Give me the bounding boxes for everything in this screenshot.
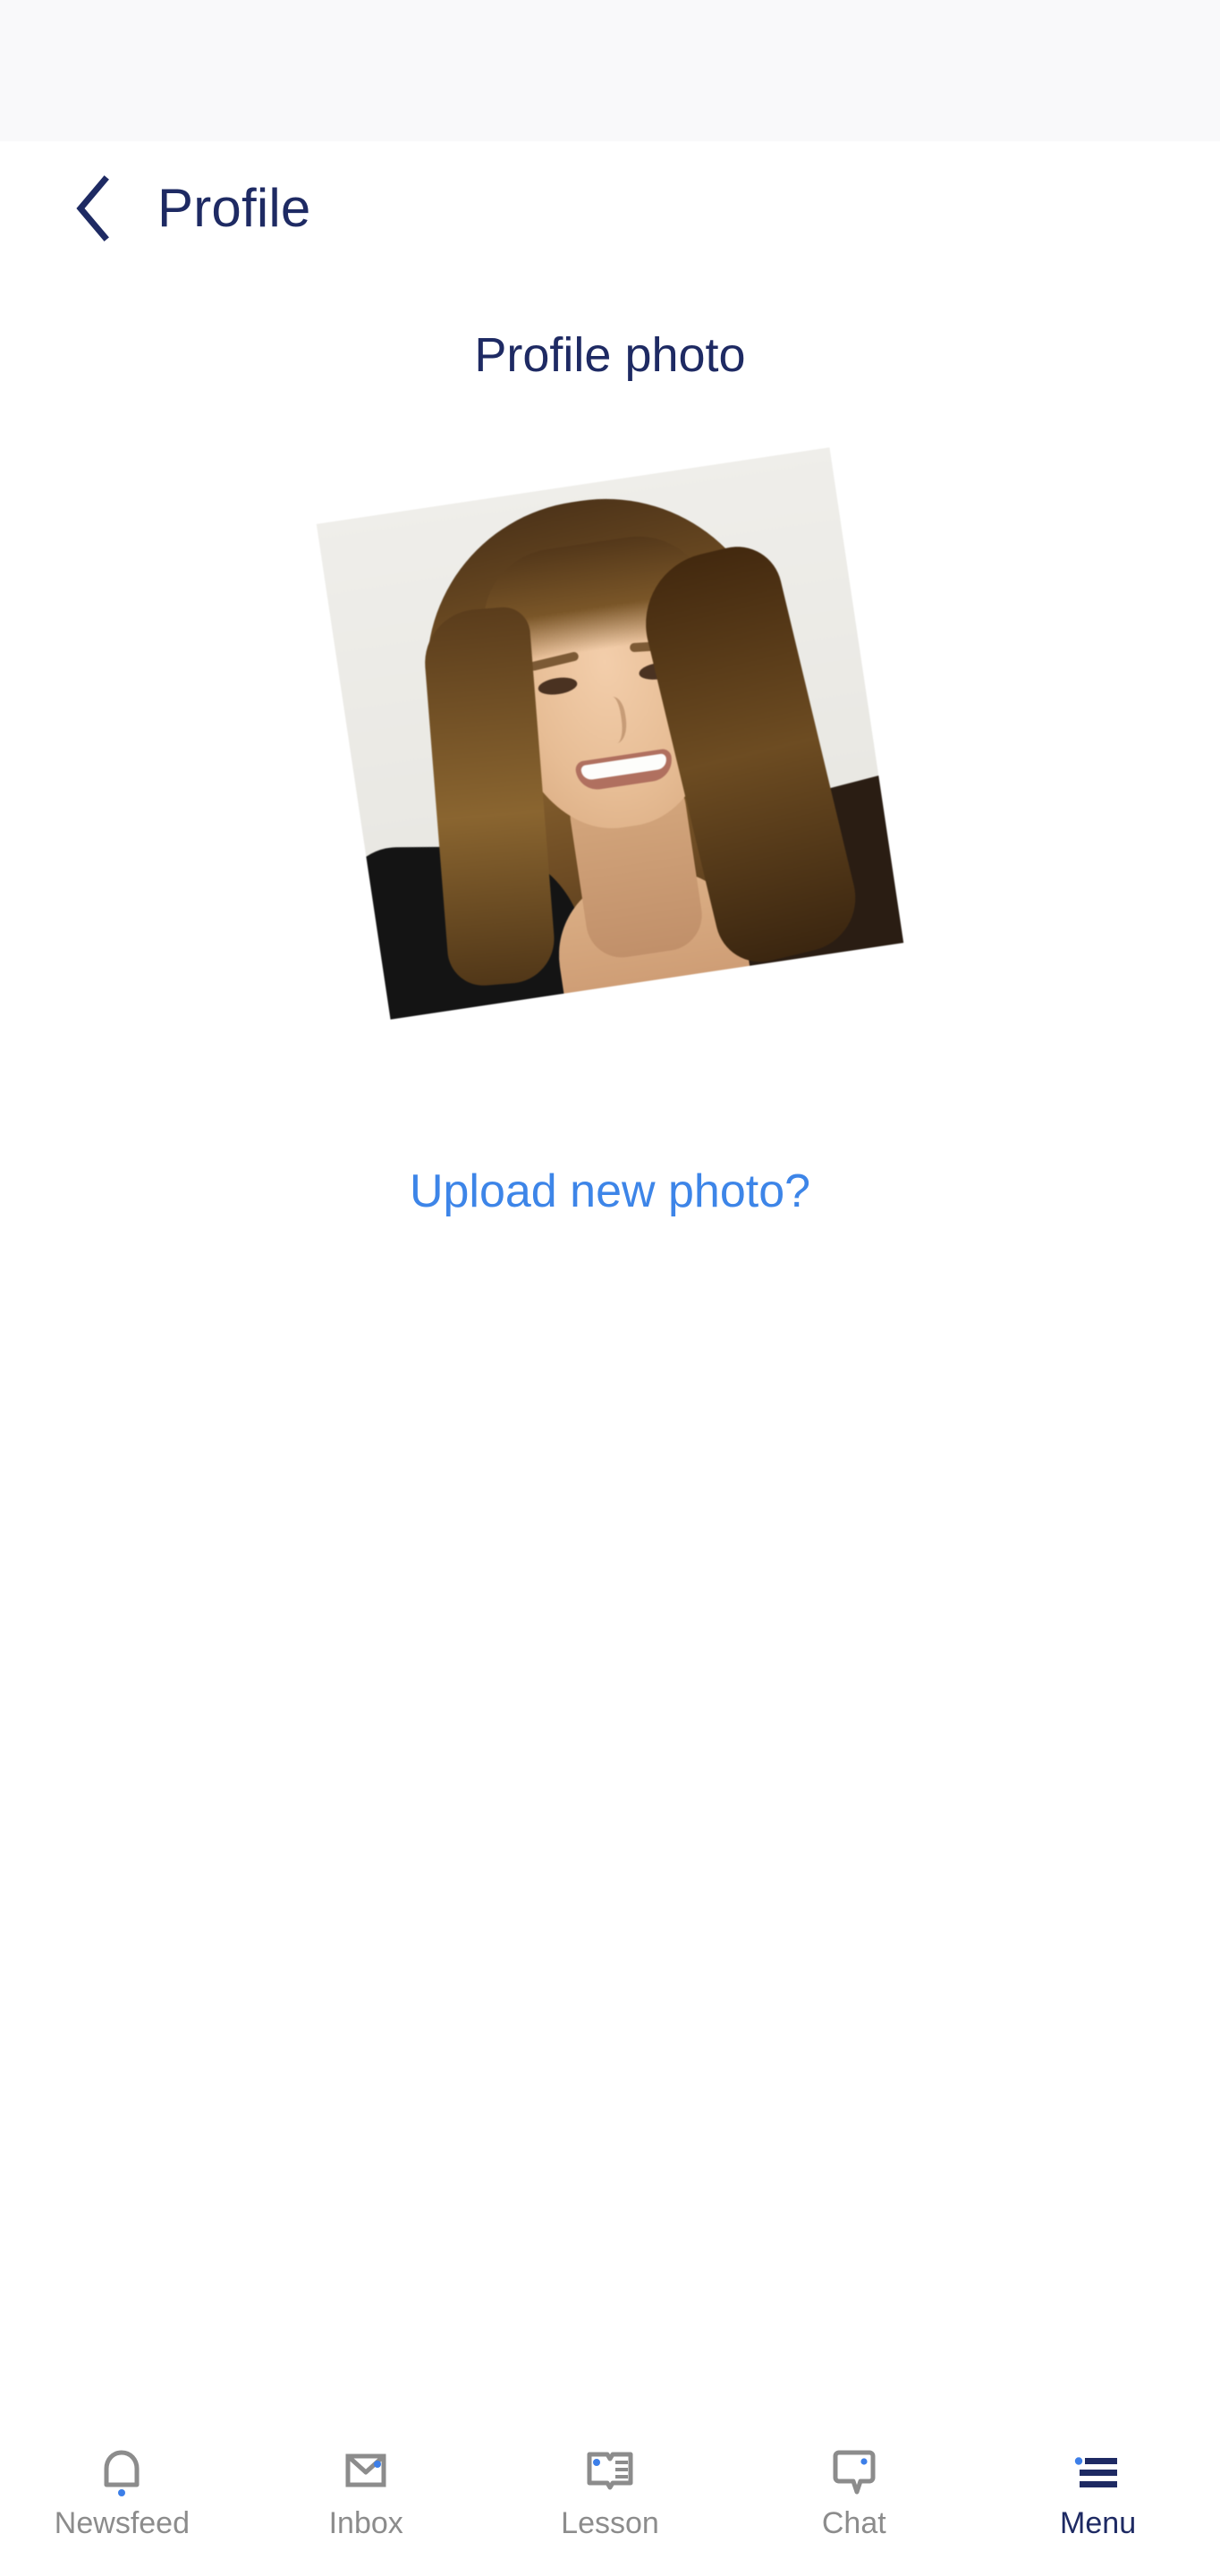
status-bar [0, 0, 1220, 141]
bell-icon [89, 2436, 155, 2503]
speech-bubble-icon [821, 2436, 887, 2503]
nav-label-inbox: Inbox [328, 2506, 403, 2540]
nav-item-newsfeed[interactable]: Newsfeed [0, 2436, 244, 2538]
nav-label-lesson: Lesson [561, 2506, 659, 2540]
section-title: Profile photo [474, 328, 746, 382]
back-button[interactable] [64, 170, 120, 247]
hamburger-icon [1065, 2436, 1131, 2503]
envelope-icon [333, 2436, 399, 2503]
nav-item-lesson[interactable]: Lesson [488, 2436, 733, 2538]
nav-label-newsfeed: Newsfeed [54, 2506, 190, 2540]
nav-header: Profile [0, 141, 1220, 275]
nav-item-inbox[interactable]: Inbox [244, 2436, 488, 2538]
profile-photo-wrapper[interactable] [316, 447, 904, 1020]
nav-label-chat: Chat [821, 2506, 886, 2540]
chevron-left-icon [72, 174, 112, 242]
nav-label-menu: Menu [1060, 2506, 1137, 2540]
page-title: Profile [157, 178, 311, 238]
content-area: Profile photo Upload new photo? [0, 275, 1220, 2406]
upload-new-photo-link[interactable]: Upload new photo? [410, 1168, 810, 1215]
bottom-navigation-bar: Newsfeed Inbox Lesson Chat Menu [0, 2406, 1220, 2576]
profile-screen: Profile Profile photo Upload new photo? … [0, 0, 1220, 2576]
nav-item-menu[interactable]: Menu [976, 2436, 1220, 2538]
profile-photo[interactable] [316, 447, 904, 1020]
open-book-icon [577, 2436, 643, 2503]
nav-item-chat[interactable]: Chat [732, 2436, 976, 2538]
